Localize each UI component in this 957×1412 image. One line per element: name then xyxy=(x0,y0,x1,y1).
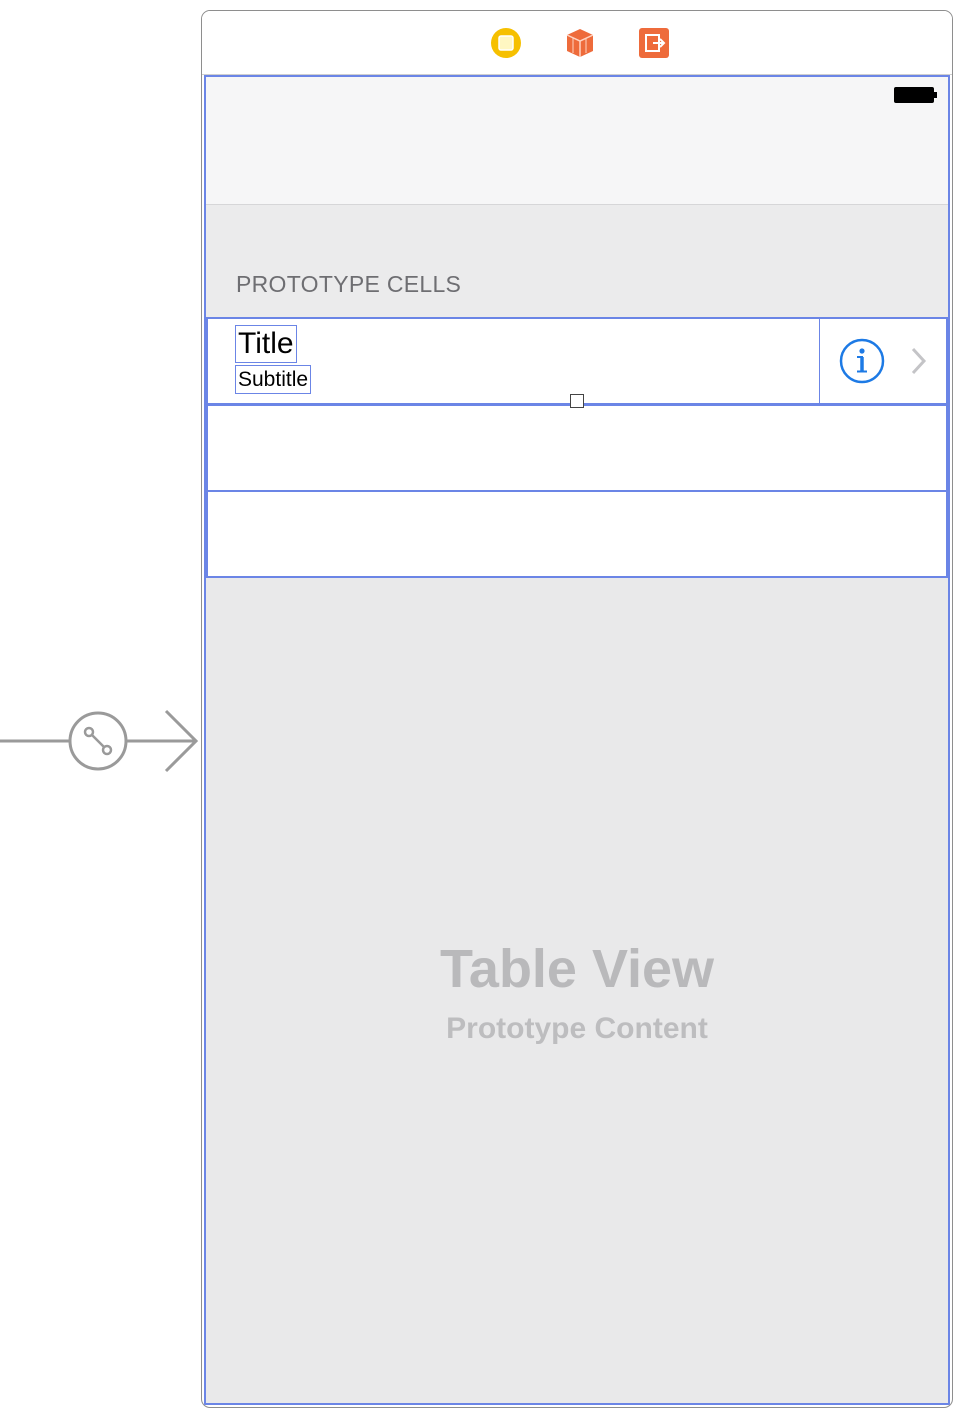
info-icon[interactable] xyxy=(838,337,886,385)
placeholder-subtitle: Prototype Content xyxy=(446,1012,708,1045)
prototype-cell[interactable]: Title Subtitle xyxy=(206,317,948,405)
section-header: PROTOTYPE CELLS xyxy=(206,205,948,317)
exit-icon[interactable] xyxy=(638,27,670,59)
chevron-right-icon xyxy=(911,347,927,375)
table-row[interactable] xyxy=(206,404,948,492)
cell-title-label[interactable]: Title xyxy=(235,325,297,363)
section-header-label: PROTOTYPE CELLS xyxy=(236,271,462,297)
view-controller-scene[interactable]: PROTOTYPE CELLS Title Subtitle Table Vie… xyxy=(201,10,953,1408)
cell-content-view[interactable]: Title Subtitle xyxy=(208,319,820,403)
table-view[interactable]: PROTOTYPE CELLS Title Subtitle Table Vie… xyxy=(204,75,950,1405)
battery-icon xyxy=(894,87,937,103)
placeholder-title: Table View xyxy=(439,939,715,999)
storyboard-canvas: PROTOTYPE CELLS Title Subtitle Table Vie… xyxy=(0,0,957,1412)
first-responder-icon[interactable] xyxy=(564,27,596,59)
navigation-bar[interactable] xyxy=(206,77,948,205)
initial-view-controller-arrow-icon[interactable] xyxy=(0,708,204,778)
table-view-placeholder: Table View Prototype Content xyxy=(206,937,948,1049)
table-row[interactable] xyxy=(206,490,948,578)
scene-dock xyxy=(202,11,952,75)
view-controller-icon[interactable] xyxy=(490,27,522,59)
cell-accessory[interactable] xyxy=(820,319,950,403)
cell-subtitle-label[interactable]: Subtitle xyxy=(235,365,312,394)
resize-handle[interactable] xyxy=(570,394,584,408)
